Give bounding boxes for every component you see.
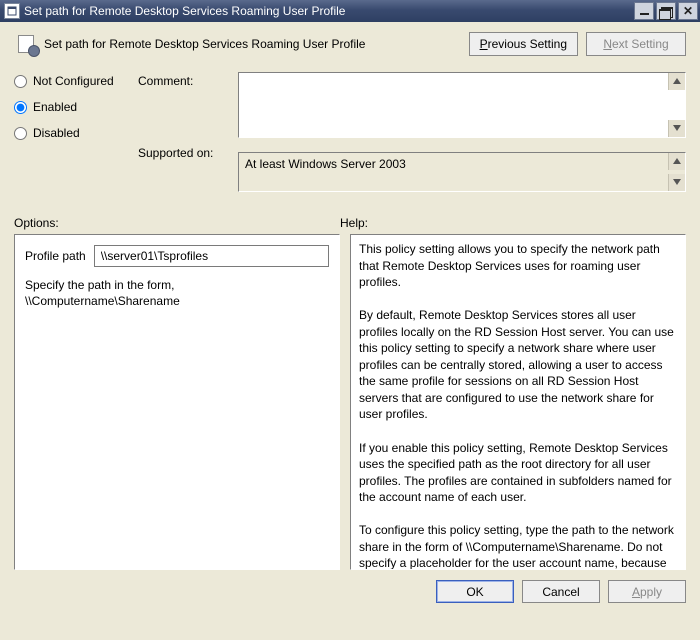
- supported-on-text: At least Windows Server 2003: [239, 153, 685, 175]
- cancel-button[interactable]: Cancel: [522, 580, 600, 603]
- instruction-line: \\Computername\Sharename: [25, 293, 329, 309]
- state-enabled[interactable]: Enabled: [14, 100, 138, 114]
- client-area: Set path for Remote Desktop Services Roa…: [0, 22, 700, 640]
- close-button[interactable]: ✕: [678, 2, 698, 20]
- comment-label: Comment:: [138, 72, 238, 140]
- profile-path-input[interactable]: [94, 245, 329, 267]
- radio-not-configured[interactable]: [14, 75, 27, 88]
- radio-disabled[interactable]: [14, 127, 27, 140]
- apply-button[interactable]: Apply: [608, 580, 686, 603]
- profile-path-label: Profile path: [25, 249, 86, 263]
- supported-on-label: Supported on:: [138, 140, 238, 192]
- header-row: Set path for Remote Desktop Services Roa…: [0, 22, 700, 72]
- comment-box: [238, 72, 686, 138]
- policy-icon: [14, 33, 38, 55]
- window-title: Set path for Remote Desktop Services Roa…: [24, 4, 632, 18]
- title-bar: Set path for Remote Desktop Services Roa…: [0, 0, 700, 22]
- help-pane: This policy setting allows you to specif…: [350, 234, 686, 570]
- dialog-button-bar: OK Cancel Apply: [0, 570, 700, 603]
- help-label: Help:: [340, 216, 368, 230]
- supported-on-box: At least Windows Server 2003: [238, 152, 686, 192]
- ok-button[interactable]: OK: [436, 580, 514, 603]
- options-instruction: Specify the path in the form, \\Computer…: [25, 277, 329, 309]
- state-radio-group: Not Configured Enabled Disabled: [14, 72, 138, 140]
- scroll-up-button[interactable]: [668, 73, 685, 90]
- radio-label: Enabled: [33, 100, 77, 114]
- help-text: This policy setting allows you to specif…: [359, 241, 677, 570]
- state-not-configured[interactable]: Not Configured: [14, 74, 138, 88]
- state-disabled[interactable]: Disabled: [14, 126, 138, 140]
- options-label: Options:: [14, 216, 340, 230]
- radio-enabled[interactable]: [14, 101, 27, 114]
- radio-label: Not Configured: [33, 74, 114, 88]
- previous-setting-button[interactable]: Previous Setting: [469, 32, 578, 56]
- instruction-line: Specify the path in the form,: [25, 277, 329, 293]
- minimize-button[interactable]: [634, 2, 654, 20]
- app-icon: [4, 3, 20, 19]
- scroll-up-button[interactable]: [668, 153, 685, 170]
- scroll-down-button[interactable]: [668, 174, 685, 191]
- scroll-down-button[interactable]: [668, 120, 685, 137]
- restore-button[interactable]: [656, 2, 676, 20]
- comment-input[interactable]: [239, 73, 667, 137]
- radio-label: Disabled: [33, 126, 80, 140]
- policy-title: Set path for Remote Desktop Services Roa…: [44, 37, 461, 51]
- next-setting-button[interactable]: Next Setting: [586, 32, 686, 56]
- options-pane: Profile path Specify the path in the for…: [14, 234, 340, 570]
